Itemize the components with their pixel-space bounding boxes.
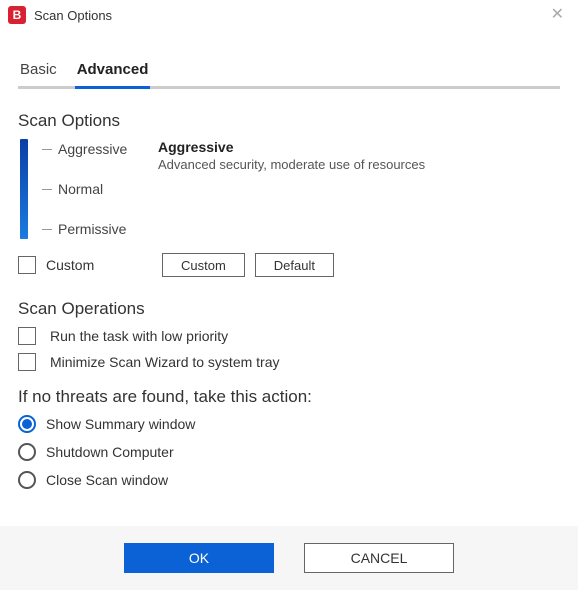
- level-description: Aggressive Advanced security, moderate u…: [158, 139, 560, 172]
- tab-bar: Basic Advanced: [18, 52, 560, 89]
- tab-advanced[interactable]: Advanced: [75, 55, 151, 89]
- op-row-low-priority: Run the task with low priority: [18, 327, 560, 345]
- op-row-minimize: Minimize Scan Wizard to system tray: [18, 353, 560, 371]
- slider-labels: Aggressive Normal Permissive: [42, 139, 127, 239]
- show-summary-radio[interactable]: [18, 415, 36, 433]
- radio-row-shutdown: Shutdown Computer: [18, 443, 560, 461]
- no-threats-heading: If no threats are found, take this actio…: [18, 387, 560, 407]
- show-summary-label: Show Summary window: [46, 416, 195, 432]
- custom-button[interactable]: Custom: [162, 253, 245, 277]
- close-scan-radio[interactable]: [18, 471, 36, 489]
- slider-track-icon: [20, 139, 28, 239]
- close-icon[interactable]: ✕: [545, 7, 570, 23]
- level-desc-text: Advanced security, moderate use of resou…: [158, 157, 560, 172]
- scan-level-slider[interactable]: Aggressive Normal Permissive: [18, 139, 158, 239]
- level-normal[interactable]: Normal: [58, 181, 103, 197]
- low-priority-checkbox[interactable]: [18, 327, 36, 345]
- custom-checkbox-label: Custom: [46, 257, 152, 273]
- radio-row-summary: Show Summary window: [18, 415, 560, 433]
- scan-level-row: Aggressive Normal Permissive Aggressive …: [18, 139, 560, 239]
- level-aggressive[interactable]: Aggressive: [58, 141, 127, 157]
- footer: OK CANCEL: [0, 526, 578, 590]
- close-scan-label: Close Scan window: [46, 472, 168, 488]
- app-icon: B: [8, 6, 26, 24]
- level-permissive[interactable]: Permissive: [58, 221, 126, 237]
- low-priority-label: Run the task with low priority: [50, 328, 228, 344]
- titlebar: B Scan Options ✕: [0, 0, 578, 30]
- shutdown-radio[interactable]: [18, 443, 36, 461]
- custom-row: Custom Custom Default: [18, 253, 560, 277]
- ok-button[interactable]: OK: [124, 543, 274, 573]
- minimize-label: Minimize Scan Wizard to system tray: [50, 354, 280, 370]
- tab-basic[interactable]: Basic: [18, 55, 59, 89]
- level-desc-title: Aggressive: [158, 139, 560, 155]
- default-button[interactable]: Default: [255, 253, 334, 277]
- cancel-button[interactable]: CANCEL: [304, 543, 454, 573]
- custom-checkbox[interactable]: [18, 256, 36, 274]
- radio-row-close: Close Scan window: [18, 471, 560, 489]
- window-title: Scan Options: [34, 8, 545, 23]
- scan-options-heading: Scan Options: [18, 111, 560, 131]
- scan-operations-heading: Scan Operations: [18, 299, 560, 319]
- minimize-checkbox[interactable]: [18, 353, 36, 371]
- shutdown-label: Shutdown Computer: [46, 444, 174, 460]
